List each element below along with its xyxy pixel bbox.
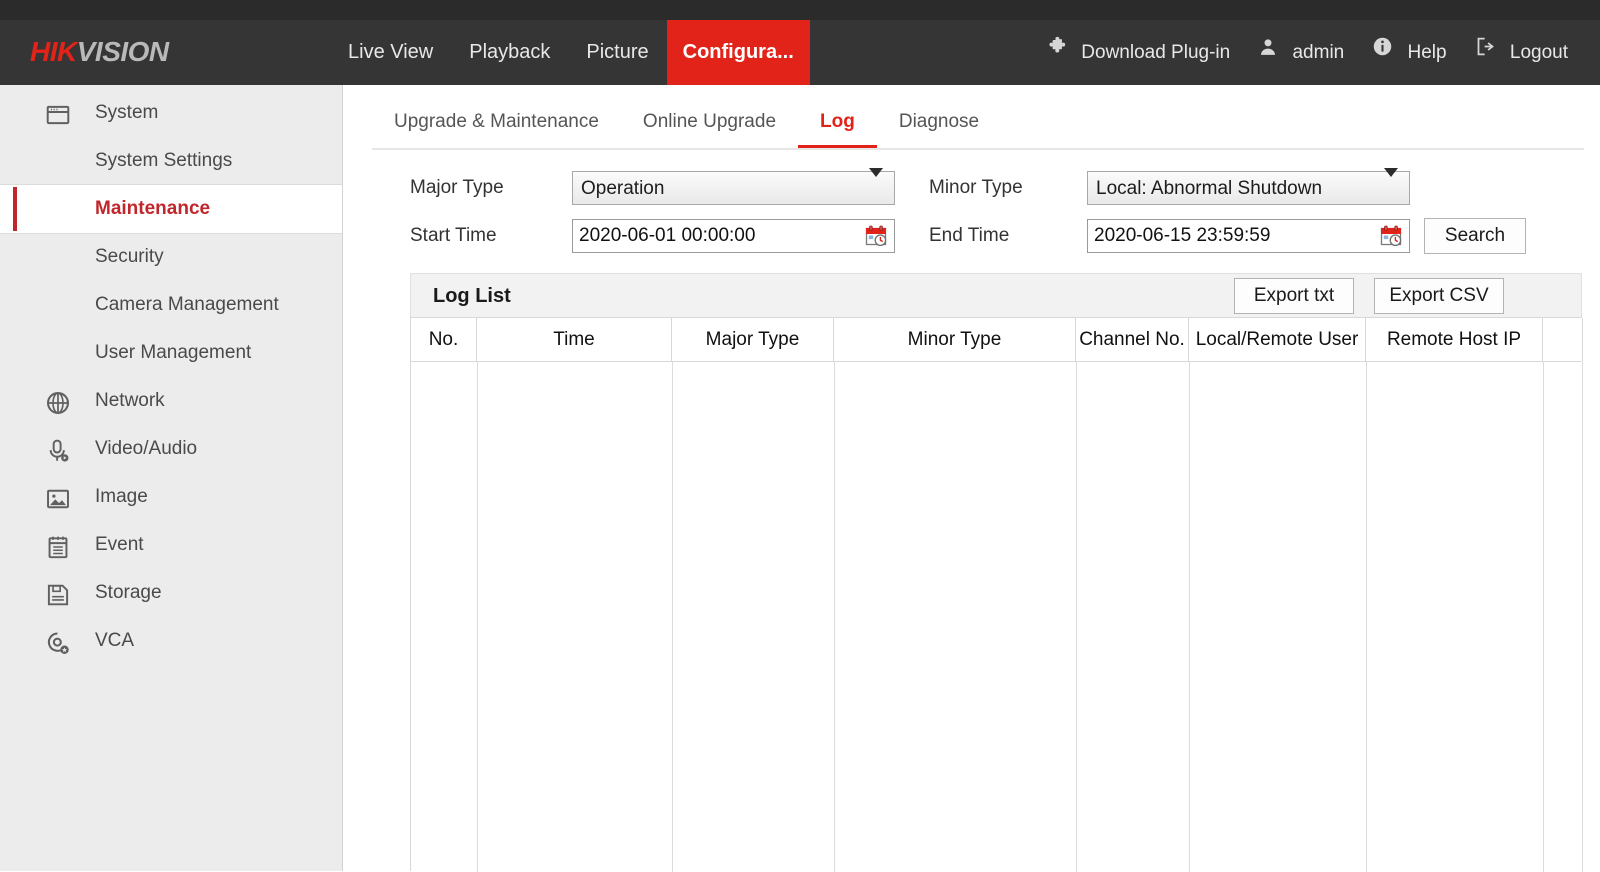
column-divider — [477, 362, 478, 872]
tab-upgrade-maintenance[interactable]: Upgrade & Maintenance — [372, 102, 621, 148]
top-right-actions: Download Plug-in admin Help — [1031, 20, 1582, 85]
picture-icon — [45, 484, 71, 510]
logo-vision-text: VISION — [77, 36, 169, 67]
column-divider — [1076, 362, 1077, 872]
main-content: Upgrade & MaintenanceOnline UpgradeLogDi… — [344, 85, 1600, 871]
sidebar-item-storage[interactable]: Storage — [0, 569, 342, 617]
end-time-input[interactable] — [1087, 219, 1410, 253]
sidebar-item-network[interactable]: Network — [0, 377, 342, 425]
column-divider — [1543, 362, 1544, 872]
tab-diagnose[interactable]: Diagnose — [877, 102, 1001, 148]
sidebar-item-security[interactable]: Security — [0, 233, 342, 281]
logo-hik-text: HIK — [30, 36, 77, 67]
download-plugin-label: Download Plug-in — [1081, 42, 1230, 63]
calendar-list-icon — [45, 532, 71, 558]
calendar-icon[interactable] — [864, 224, 888, 248]
end-time-field-wrap — [1087, 219, 1410, 253]
nav-item-configuration[interactable]: Configura... — [667, 20, 810, 85]
sidebar-item-label: User Management — [95, 329, 251, 377]
download-plugin-button[interactable]: Download Plug-in — [1031, 20, 1244, 85]
column-header-remote-host-ip[interactable]: Remote Host IP — [1366, 318, 1543, 361]
sidebar-item-system-settings[interactable]: System Settings — [0, 137, 342, 185]
sidebar-item-vca[interactable]: VCA — [0, 617, 342, 665]
user-account-label: admin — [1292, 42, 1344, 63]
log-table: No. Time Major Type Minor Type Channel N… — [410, 317, 1582, 871]
sub-tab-bar: Upgrade & MaintenanceOnline UpgradeLogDi… — [372, 102, 1584, 150]
sidebar-item-label: Event — [95, 521, 144, 569]
logout-label: Logout — [1510, 42, 1568, 63]
help-button[interactable]: Help — [1358, 20, 1460, 85]
sidebar-item-label: Storage — [95, 569, 162, 617]
top-bar: HIKVISION Live ViewPlaybackPictureConfig… — [0, 0, 1600, 85]
minor-type-label: Minor Type — [929, 168, 1023, 208]
log-table-body — [411, 362, 1582, 872]
start-time-input[interactable] — [572, 219, 895, 253]
sidebar-item-label: VCA — [95, 617, 134, 665]
sidebar-item-label: Camera Management — [95, 281, 279, 329]
column-divider — [672, 362, 673, 872]
sidebar-item-image[interactable]: Image — [0, 473, 342, 521]
sidebar-item-event[interactable]: Event — [0, 521, 342, 569]
column-divider — [1366, 362, 1367, 872]
column-header-channel-no[interactable]: Channel No. — [1076, 318, 1189, 361]
nav-item-playback[interactable]: Playback — [451, 20, 568, 85]
log-list-header: Log List Export txt Export CSV — [410, 273, 1582, 317]
help-label: Help — [1408, 42, 1447, 63]
export-csv-button[interactable]: Export CSV — [1374, 278, 1504, 314]
user-account-button[interactable]: admin — [1244, 20, 1358, 85]
sidebar-item-label: Maintenance — [95, 185, 210, 233]
sidebar-item-label: Network — [95, 377, 165, 425]
sidebar-item-label: Security — [95, 233, 164, 281]
hikvision-logo: HIKVISION — [30, 38, 169, 66]
calendar-icon[interactable] — [1379, 224, 1403, 248]
column-header-spacer — [1543, 318, 1583, 361]
floppy-disk-icon — [45, 580, 71, 606]
logout-icon — [1475, 19, 1496, 84]
logout-button[interactable]: Logout — [1461, 20, 1582, 85]
sidebar-item-video-audio[interactable]: Video/Audio — [0, 425, 342, 473]
user-icon — [1258, 19, 1278, 84]
nav-item-live-view[interactable]: Live View — [330, 20, 451, 85]
minor-type-select[interactable]: All TypesLocal: Abnormal ShutdownLocal: … — [1087, 171, 1410, 205]
sidebar-item-label: System Settings — [95, 137, 232, 185]
sidebar-item-user-management[interactable]: User Management — [0, 329, 342, 377]
sidebar-item-camera-management[interactable]: Camera Management — [0, 281, 342, 329]
column-divider — [834, 362, 835, 872]
end-time-label: End Time — [929, 216, 1009, 256]
column-header-time[interactable]: Time — [477, 318, 672, 361]
major-type-select[interactable]: All TypesAlarmExceptionOperationInformat… — [572, 171, 895, 205]
column-header-no[interactable]: No. — [411, 318, 477, 361]
log-table-header-row: No. Time Major Type Minor Type Channel N… — [411, 318, 1582, 362]
globe-icon — [45, 388, 71, 414]
sidebar-item-maintenance[interactable]: Maintenance — [0, 185, 342, 233]
search-button[interactable]: Search — [1424, 218, 1526, 254]
info-circle-icon — [1372, 19, 1393, 84]
microphone-icon — [45, 436, 71, 462]
column-header-local-remote-user[interactable]: Local/Remote User — [1189, 318, 1366, 361]
vca-icon — [45, 628, 71, 654]
nav-item-picture[interactable]: Picture — [568, 20, 666, 85]
filter-row-times: Start Time End Time — [344, 216, 1600, 256]
column-header-minor-type[interactable]: Minor Type — [834, 318, 1076, 361]
sidebar: System System Settings Maintenance Secur… — [0, 85, 343, 871]
sidebar-item-label: Image — [95, 473, 148, 521]
log-list-title: Log List — [433, 274, 511, 318]
major-type-label: Major Type — [410, 168, 504, 208]
tab-online-upgrade[interactable]: Online Upgrade — [621, 102, 798, 148]
column-header-major-type[interactable]: Major Type — [672, 318, 834, 361]
tab-log[interactable]: Log — [798, 102, 877, 148]
filter-row-types: Major Type All TypesAlarmExceptionOperat… — [344, 168, 1600, 208]
column-divider — [1189, 362, 1190, 872]
sidebar-item-label: Video/Audio — [95, 425, 197, 473]
sidebar-item-label: System — [95, 89, 158, 137]
column-divider — [1582, 362, 1583, 872]
start-time-label: Start Time — [410, 216, 497, 256]
start-time-field-wrap — [572, 219, 895, 253]
primary-nav: Live ViewPlaybackPictureConfigura... — [330, 20, 810, 85]
export-txt-button[interactable]: Export txt — [1234, 278, 1354, 314]
sidebar-item-system[interactable]: System — [0, 89, 342, 137]
puzzle-piece-icon — [1045, 19, 1067, 84]
window-icon — [45, 100, 71, 126]
